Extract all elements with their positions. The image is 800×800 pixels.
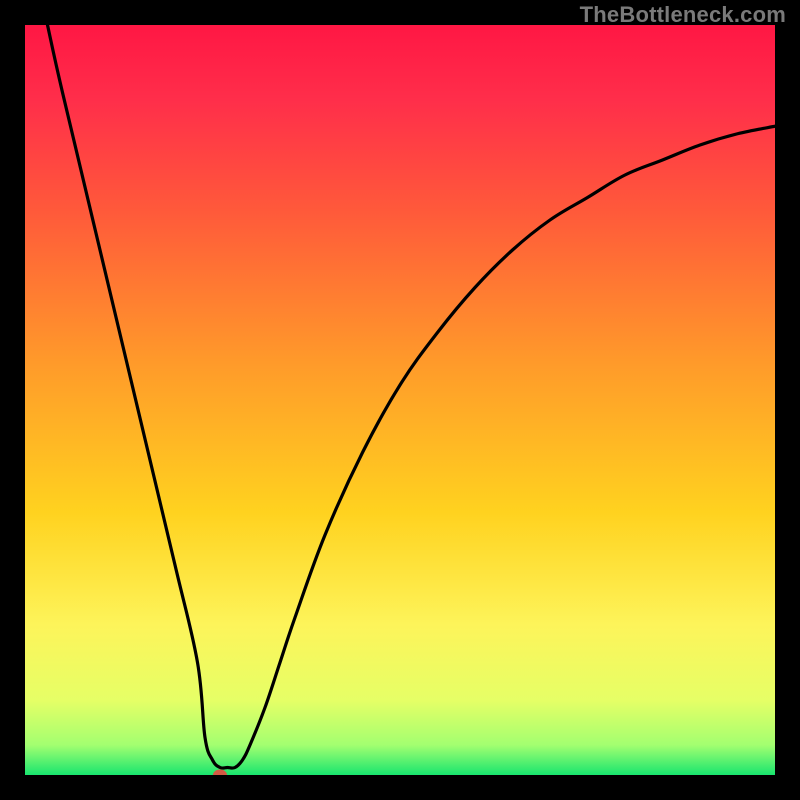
plot-background [25,25,775,775]
chart-container: TheBottleneck.com [0,0,800,800]
bottleneck-chart [0,0,800,800]
